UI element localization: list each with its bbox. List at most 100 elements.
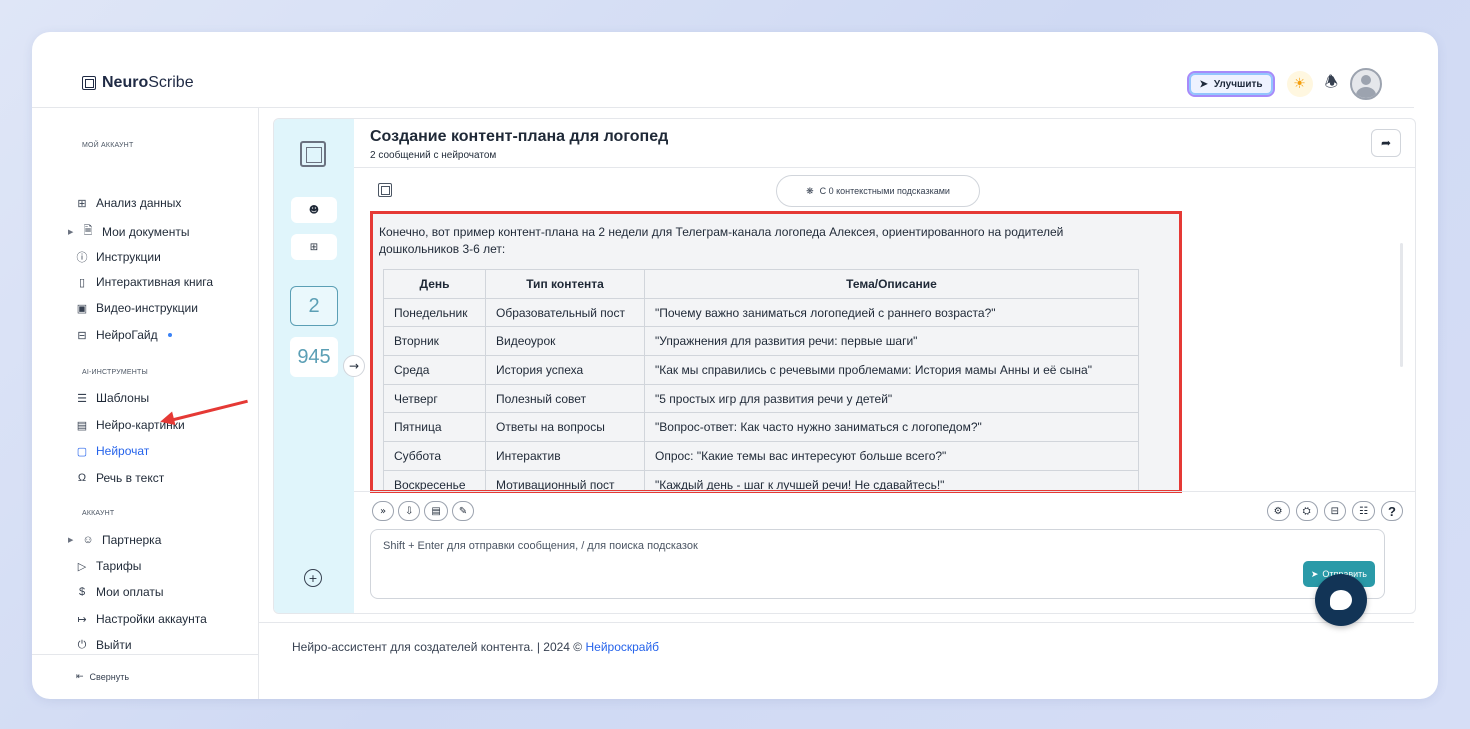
sidebar-item-data-analysis[interactable]: ⊞ Анализ данных [76,196,181,210]
upgrade-button[interactable]: ➤ Улучшить [1187,71,1275,97]
sidebar-item-speech-to-text[interactable]: Ω Речь в текст [76,471,164,485]
chat-subtitle: 2 сообщений с нейрочатом [370,150,497,161]
collapse-chevrons-icon[interactable]: » [372,501,394,521]
chat-list-item[interactable]: 945 [290,337,338,377]
grid-icon: ⊞ [77,197,87,210]
puzzle-icon[interactable]: ⚙ [1266,501,1290,521]
caret-right-icon: ▶ [68,537,74,544]
column-header: Тип контента [485,269,645,299]
video-icon: ▣ [76,302,88,315]
chat-list-rail: ☻ ⊞ 2 945 + [274,119,354,613]
table-cell: Мотивационный пост [485,469,645,490]
collapse-sidebar-button[interactable]: ⇤ Свернуть [76,671,129,682]
robot-icon[interactable]: ☷ [1352,501,1375,521]
brand-logo[interactable]: NeuroScribe [82,74,194,92]
new-chat-plus-icon[interactable]: + [304,569,322,587]
scrollbar[interactable] [1400,243,1403,367]
table-cell: Четверг [383,383,486,414]
assistant-avatar-icon [378,183,392,197]
expand-rail-arrow-icon[interactable]: → [343,355,365,377]
table-header-row: День Тип контента Тема/Описание [383,269,1139,299]
table-cell: Среда [383,355,486,385]
app-frame: NeuroScribe ➤ Улучшить ☀ 🕭 МОЙ АККАУНТ ⊞… [32,32,1438,699]
table-row: Суббота Интерактив Опрос: "Какие темы вас … [383,441,1139,471]
chat-panel: ☻ ⊞ 2 945 + → Создание контент-плана для… [273,118,1416,614]
table-cell: Понедельник [383,297,486,328]
sidebar-item-video-instructions[interactable]: ▣ Видео-инструкции [76,301,198,315]
help-button[interactable]: ? [1381,501,1403,521]
theme-toggle-sun-icon[interactable]: ☀ [1286,71,1313,97]
table-cell: Суббота [383,441,486,471]
sidebar-item-interactive-book[interactable]: ▯ Интерактивная книга [76,275,213,289]
table-cell: "Упражнения для развития речи: первые ша… [644,326,1139,357]
settings-icon[interactable]: ⛭ [1295,501,1318,521]
book-icon: ▯ [78,276,86,289]
header-actions: ➤ Улучшить ☀ 🕭 [1187,68,1382,100]
grid-view-button[interactable]: ⊞ [291,234,337,260]
sidebar-item-logout[interactable]: ⏻ Выйти [76,638,132,652]
table-cell: "Как мы справились с речевыми проблемами… [644,355,1139,385]
question-circle-icon: ⓘ [76,252,88,264]
sidebar-item-my-payments[interactable]: $ Мои оплаты [76,585,164,599]
support-chat-bubble-icon[interactable] [1315,574,1367,626]
table-cell: Полезный совет [485,383,645,414]
sidebar-item-my-documents[interactable]: ▶ 🗎 Мои документы [68,222,189,241]
neuroscribe-icon [300,141,326,167]
table-cell: История успеха [485,355,645,385]
sidebar-item-templates[interactable]: ☰ Шаблоны [76,391,149,405]
message-input-box: ➤ Отправить [370,529,1385,599]
table-row: Среда История успеха "Как мы справились с … [383,355,1139,385]
chat-icon: ▢ [76,445,88,458]
table-cell: Интерактив [485,441,645,471]
share-icon: ➦ [1380,136,1392,150]
table-row: Понедельник Образовательный пост "Почему в… [383,297,1139,328]
sidebar-item-neurochat[interactable]: ▢ Нейрочат [76,444,150,458]
dollar-icon: $ [78,586,86,598]
section-ai-tools: AI-ИНСТРУМЕНТЫ [82,369,148,376]
tag-icon: ▷ [77,560,87,573]
magic-wand-icon[interactable]: ✎ [451,501,475,521]
assistant-message: Конечно, вот пример контент-плана на 2 н… [370,211,1182,493]
chat-list-item[interactable]: 2 [290,286,338,326]
section-my-account: МОЙ АККАУНТ [82,142,134,149]
context-hints-button[interactable]: ❋ С 0 контекстными подсказками [776,175,980,207]
share-button[interactable]: ➦ [1371,129,1401,157]
table-cell: "5 простых игр для развития речи у детей… [644,383,1139,414]
power-icon: ⏻ [77,638,87,651]
table-row: Воскресенье Мотивационный пост "Каждый ден… [383,469,1139,490]
toolbar-divider [354,491,1415,492]
upload-image-icon[interactable]: ▤ [424,501,448,521]
sidebar-item-neuroguide[interactable]: ⊟ НейроГайд [76,328,172,342]
bell-icon[interactable]: 🕭 [1325,72,1338,97]
brand-name: NeuroScribe [102,74,194,91]
sidebar-item-partners[interactable]: ▶ ☺ Партнерка [68,533,161,547]
table-row: Пятница Ответы на вопросы "Вопрос-ответ: К… [383,412,1139,443]
upload-file-icon[interactable]: ⇩ [398,501,421,521]
users-filter-button[interactable]: ☻ [291,197,337,223]
grid-icon: ⊞ [309,241,319,253]
sidebar-divider [32,654,258,655]
users-icon: ☺ [82,534,94,546]
message-input[interactable] [371,530,1384,598]
layout-icon[interactable]: ⊟ [1323,501,1347,521]
column-header: Тема/Описание [644,269,1139,299]
sidebar-item-account-settings[interactable]: ↦ Настройки аккаунта [76,612,206,626]
table-cell: Вторник [383,326,486,357]
users-icon: ☻ [308,204,320,216]
table-cell: Видеоурок [485,326,645,357]
headphones-icon: Ω [77,472,87,484]
palette-icon: ❋ [806,185,814,196]
table-icon: ⊟ [77,329,87,342]
sidebar-item-tariffs[interactable]: ▷ Тарифы [76,559,142,573]
table-cell: "Вопрос-ответ: Как часто нужно заниматьс… [644,412,1139,443]
table-cell: Образовательный пост [485,297,645,328]
footer-link[interactable]: Нейроскрайб [585,640,659,654]
rocket-icon: ➤ [1199,78,1208,90]
collapse-icon: ⇤ [76,671,84,681]
composer-tools-right: ⚙ ⛭ ⊟ ☷ ? [1266,501,1403,521]
table-cell: Ответы на вопросы [485,412,645,443]
sidebar-item-instructions[interactable]: ⓘ Инструкции [76,249,161,265]
image-icon: ▤ [76,419,88,432]
avatar[interactable] [1350,68,1382,100]
sidebar: МОЙ АККАУНТ ⊞ Анализ данных ▶ 🗎 Мои докумен… [32,108,259,699]
